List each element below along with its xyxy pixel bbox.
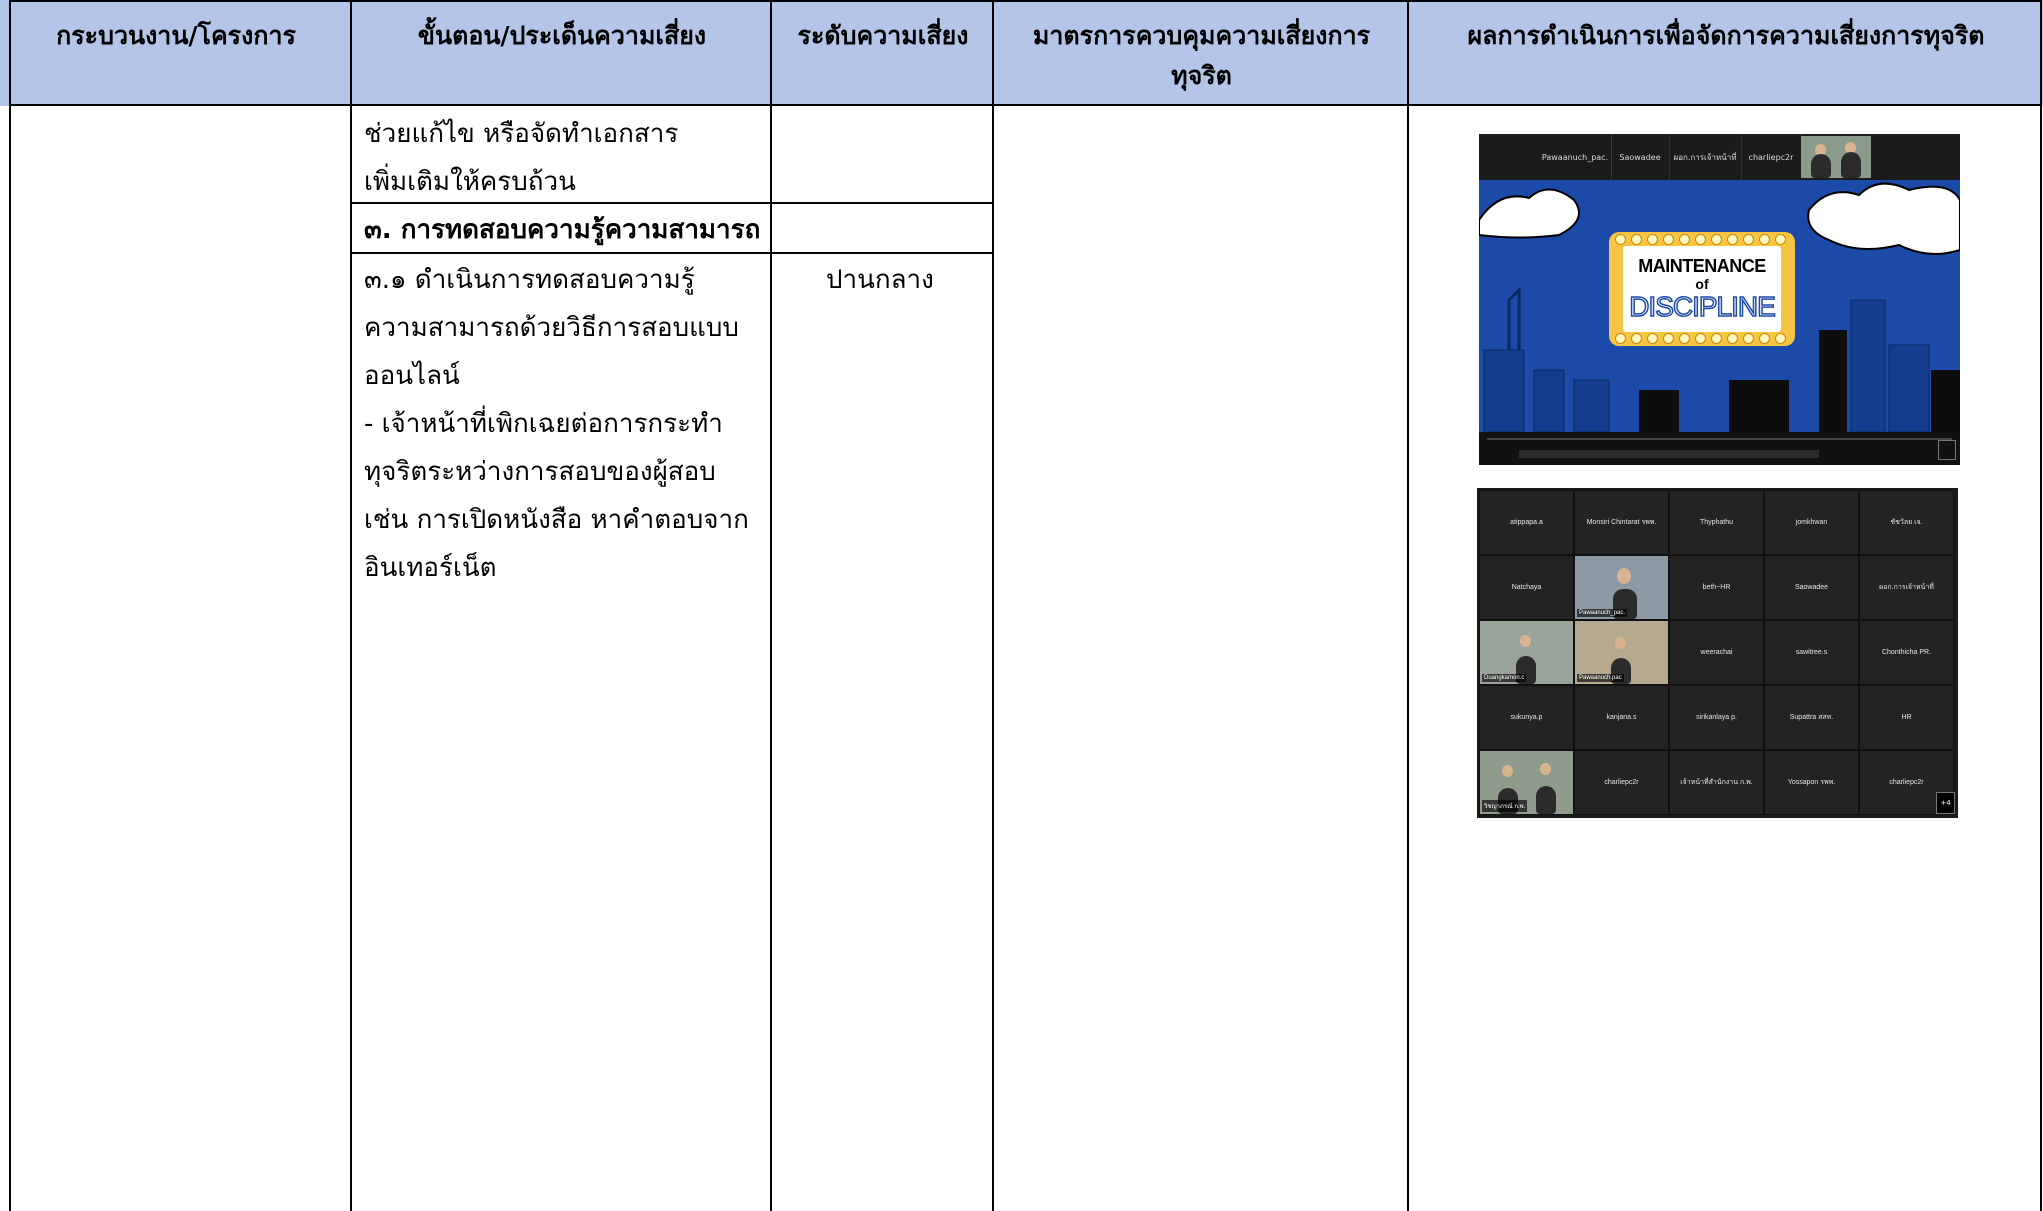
participant-tile: Supattra สสท. [1764,685,1859,750]
participant-video-thumb [1801,136,1871,178]
grid-line [350,0,352,1211]
participant-tile: Yossapon รพพ. [1764,750,1859,815]
risk-item-line: ความสามารถด้วยวิธีการสอบแบบ [364,313,739,343]
grid-line [2040,0,2042,1211]
header-result: ผลการดำเนินการเพื่อจัดการความเสี่ยงการทุ… [1409,0,2043,106]
grid-line [992,0,994,1211]
participant-tile: charliepc2r [1574,750,1669,815]
video-tile-label: Duangkamon.c [1482,674,1527,682]
header-process-label: กระบวนงาน/โครงการ [56,21,296,50]
grid-line [9,104,2042,106]
continuation-text: ช่วยแก้ไข หรือจัดทำเอกสาร เพิ่มเติมให้คร… [364,110,678,206]
participant-tile: HR [1859,685,1954,750]
slide-marquee-sign: MAINTENANCE of DISCIPLINE [1609,232,1795,346]
grid-line [770,0,772,1211]
participant-tile: ชัชวัลย เจ. [1859,490,1954,555]
participant-tile: Natchaya [1479,555,1574,620]
progress-track-icon [1487,438,1952,440]
participant-name: Saowadee [1611,134,1670,180]
risk-level-value: ปานกลาง [826,265,934,295]
participant-strip: Pawaanuch_pac. Saowadee ผอก.การเจ้าหน้าท… [1479,134,1960,180]
participant-tile: ผอก.การเจ้าหน้าที่ [1859,555,1954,620]
participant-tile: weerachai [1669,620,1764,685]
participant-tile: sukunya.p [1479,685,1574,750]
participant-tile: kanjana.s [1574,685,1669,750]
risk-item-line: อินเทอร์เน็ต [364,553,497,583]
risk-item-line: เช่น การเปิดหนังสือ หาคำตอบจาก [364,505,749,535]
participant-video-tile: Duangkamon.c [1479,620,1574,685]
participant-tile: Monsiri Chintarat รพพ. [1574,490,1669,555]
slide-title: MAINTENANCE [1638,256,1766,276]
participant-video-tile: Pawaanuch_pac. [1574,555,1669,620]
grid-line [1407,0,1409,1211]
header-process: กระบวนงาน/โครงการ [0,0,352,106]
slide-of: of [1695,276,1709,292]
participant-video-tile: Pawaanuch.pac [1574,620,1669,685]
header-risk-level-label: ระดับความเสี่ยง [797,21,969,50]
meeting-slide-screenshot: Pawaanuch_pac. Saowadee ผอก.การเจ้าหน้าท… [1479,134,1960,465]
participant-name: Pawaanuch_pac. [1539,134,1612,180]
grid-line [9,0,2042,2]
video-tile-label: วิชญาภรณ์ ก.พ. [1482,800,1528,812]
header-risk-step: ขั้นตอน/ประเด็นความเสี่ยง [352,0,772,106]
marquee-text-panel: MAINTENANCE of DISCIPLINE [1623,246,1781,332]
participant-tile: sirikanlaya p. [1669,685,1764,750]
participant-tile: jomkhwan [1764,490,1859,555]
header-control-measure-label: มาตรการควบคุมความเสี่ยงการทุจริต [1032,21,1371,90]
risk-item-line: - เจ้าหน้าที่เพิกเฉยต่อการกระทำ [364,409,723,439]
risk-table: กระบวนงาน/โครงการ ขั้นตอน/ประเด็นความเสี… [0,0,2043,1211]
participant-tile: beth~HR [1669,555,1764,620]
header-risk-step-label: ขั้นตอน/ประเด็นความเสี่ยง [417,21,707,50]
risk-item-line: ๓.๑ ดำเนินการทดสอบความรู้ [364,265,695,295]
participant-tile: Chonthicha PR. [1859,620,1954,685]
more-participants-icon [1938,440,1956,460]
participant-name: ผอก.การเจ้าหน้าที่ [1669,134,1742,180]
participant-tile: atippapa.a [1479,490,1574,555]
risk-item-line: ออนไลน์ [364,361,460,391]
participant-grid-screenshot: atippapa.a Monsiri Chintarat รพพ. Thypha… [1477,488,1958,818]
continuation-line: ช่วยแก้ไข หรือจัดทำเอกสาร [364,119,679,149]
risk-item-line: ทุจริตระหว่างการสอบของผู้สอบ [364,457,716,487]
risk-item-text: ๓.๑ ดำเนินการทดสอบความรู้ ความสามารถด้วย… [364,256,749,592]
header-risk-level: ระดับความเสี่ยง [772,0,994,106]
video-tile-label: Pawaanuch_pac. [1577,609,1628,617]
header-result-label: ผลการดำเนินการเพื่อจัดการความเสี่ยงการทุ… [1467,21,1985,50]
continuation-line: เพิ่มเติมให้ครบถ้วน [364,167,576,197]
participant-tile: Thyphathu [1669,490,1764,555]
section-heading: ๓. การทดสอบความรู้ความสามารถ [364,215,761,245]
grid-line [9,0,11,1211]
video-tile-label: Pawaanuch.pac [1577,674,1624,682]
video-controls-bar [1479,432,1960,465]
header-control-measure: มาตรการควบคุมความเสี่ยงการทุจริต [994,0,1409,106]
participant-tile: Saowadee [1764,555,1859,620]
participant-video-tile: วิชญาภรณ์ ก.พ. [1479,750,1574,815]
caption-strip [1519,450,1819,458]
presentation-slide: MAINTENANCE of DISCIPLINE [1479,180,1960,432]
participant-tile: sawitree.s [1764,620,1859,685]
participant-tile: เจ้าหน้าที่สำนักงาน ก.พ. [1669,750,1764,815]
participant-name: charliepc2r [1741,134,1802,180]
more-participants-button: +4 [1936,792,1955,814]
slide-word: DISCIPLINE [1628,290,1776,323]
